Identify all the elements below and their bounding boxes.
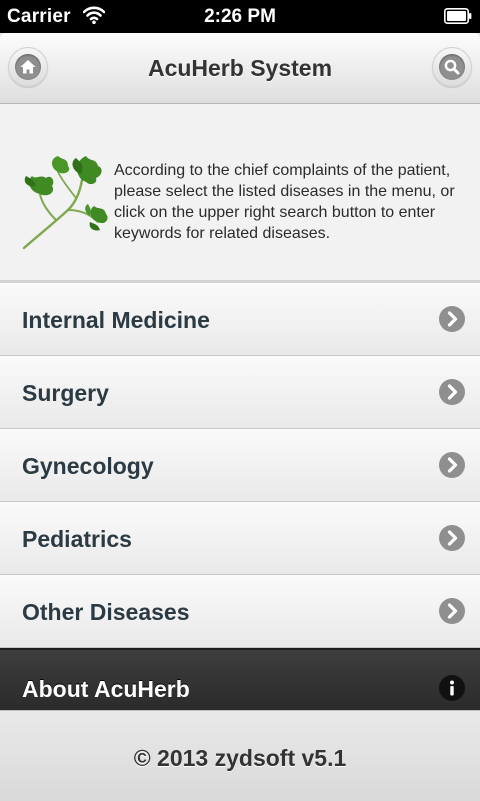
footer-bar: © 2013 zydsoft v5.1 <box>0 710 480 801</box>
chevron-right-icon <box>439 379 465 405</box>
status-time: 2:26 PM <box>204 6 276 27</box>
status-bar: Carrier 2:26 PM <box>0 0 480 33</box>
menu-item-label: Other Diseases <box>22 599 190 625</box>
menu-item-label: Pediatrics <box>22 526 132 552</box>
disease-menu: Internal Medicine Surgery Gynecology Ped… <box>0 283 480 648</box>
menu-item-about[interactable]: About AcuHerb <box>0 648 480 712</box>
intro-panel: According to the chief complaints of the… <box>0 104 480 283</box>
menu-item-label: Gynecology <box>22 453 154 479</box>
menu-item-label: Surgery <box>22 380 109 406</box>
copyright-text: © 2013 zydsoft v5.1 <box>133 745 347 771</box>
search-button[interactable] <box>432 47 472 87</box>
menu-item-label: Internal Medicine <box>22 307 210 333</box>
about-label: About AcuHerb <box>22 676 190 702</box>
menu-item-other-diseases[interactable]: Other Diseases <box>0 575 480 648</box>
menu-item-pediatrics[interactable]: Pediatrics <box>0 502 480 575</box>
info-icon <box>439 675 465 701</box>
chevron-right-icon <box>439 306 465 332</box>
page-title: AcuHerb System <box>147 55 333 81</box>
menu-item-internal-medicine[interactable]: Internal Medicine <box>0 283 480 356</box>
search-icon <box>444 59 460 75</box>
battery-icon <box>444 8 472 24</box>
menu-item-surgery[interactable]: Surgery <box>0 356 480 429</box>
chevron-right-icon <box>439 598 465 624</box>
menu-item-gynecology[interactable]: Gynecology <box>0 429 480 502</box>
herb-leaf-icon <box>22 156 108 250</box>
intro-text: According to the chief complaints of the… <box>114 162 455 242</box>
chevron-right-icon <box>439 452 465 478</box>
header-bar: AcuHerb System <box>0 33 480 104</box>
chevron-right-icon <box>439 525 465 551</box>
